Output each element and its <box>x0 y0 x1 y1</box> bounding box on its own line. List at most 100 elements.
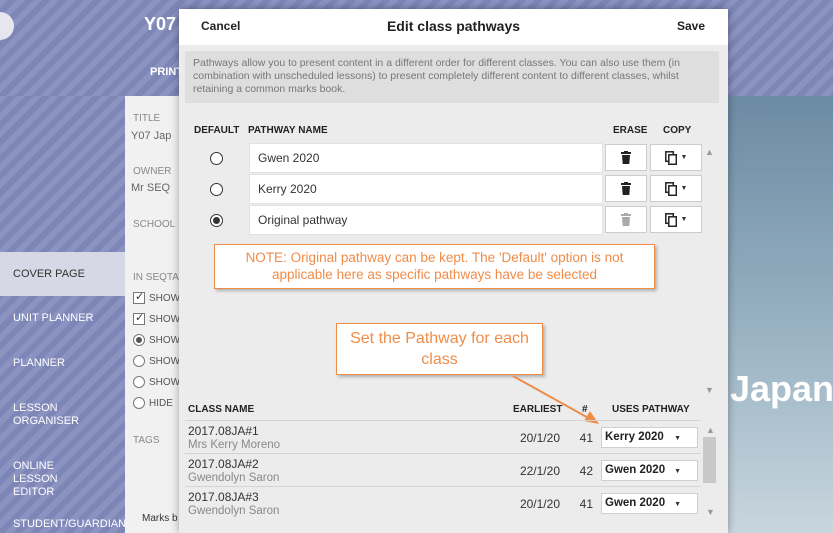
earliest-column-header: EARLIEST <box>513 404 563 415</box>
copy-icon <box>664 150 677 165</box>
option-label: SHOW <box>149 334 181 346</box>
earliest-date: 22/1/20 <box>519 464 560 478</box>
default-column-header: DEFAULT <box>194 125 240 136</box>
sidebar-item-student-guardian[interactable]: STUDENT/GUARDIAN <box>0 518 126 531</box>
uses-pathway-column-header: USES PATHWAY <box>612 404 690 415</box>
pathway-name-input[interactable]: Kerry 2020 <box>249 174 603 204</box>
copy-button[interactable]: ▼ <box>650 175 702 202</box>
edit-class-pathways-dialog: Cancel Edit class pathways Save Pathways… <box>179 9 728 533</box>
note-annotation: NOTE: Original pathway can be kept. The … <box>214 244 655 289</box>
option-label: SHOW <box>149 355 181 367</box>
sidebar-item-label: COVER PAGE <box>13 267 85 280</box>
earliest-date: 20/1/20 <box>519 497 560 511</box>
checkbox[interactable] <box>133 290 145 304</box>
class-scroll-up-icon[interactable]: ▲ <box>706 425 715 435</box>
pathway-select-value: Gwen 2020 <box>605 497 666 509</box>
default-radio[interactable] <box>210 152 223 165</box>
pathway-row: Gwen 2020 ▼ <box>185 143 703 173</box>
tags-label: TAGS <box>133 435 160 446</box>
lesson-count: 42 <box>579 464 593 478</box>
option-label: HIDE <box>149 397 173 409</box>
copy-button[interactable]: ▼ <box>650 206 702 233</box>
option-4[interactable]: SHOW <box>133 355 180 367</box>
pathway-select-value: Gwen 2020 <box>605 464 666 476</box>
trash-icon <box>621 151 631 164</box>
erase-column-header: ERASE <box>613 125 648 136</box>
pathway-select[interactable]: Gwen 2020 ▼ <box>601 460 698 481</box>
sidebar-item-unit-planner[interactable]: UNIT PLANNER <box>0 312 125 325</box>
class-teacher: Gwendolyn Saron <box>188 472 280 484</box>
cover-image <box>728 96 833 533</box>
save-button[interactable]: Save <box>677 19 705 33</box>
scroll-down-icon[interactable]: ▼ <box>705 385 714 395</box>
chevron-down-icon: ▼ <box>674 501 681 508</box>
title-value[interactable]: Y07 Jap <box>131 130 180 142</box>
pathway-select[interactable]: Kerry 2020 ▼ <box>601 427 698 448</box>
chevron-down-icon: ▼ <box>680 185 688 192</box>
option-1[interactable]: SHOW <box>133 290 181 304</box>
class-teacher: Gwendolyn Saron <box>188 505 280 517</box>
erase-button[interactable] <box>605 144 647 171</box>
sidebar-item-online-lesson-editor[interactable]: ONLINE LESSON EDITOR <box>0 460 100 499</box>
chevron-down-icon: ▼ <box>680 154 688 161</box>
class-scroll-down-icon[interactable]: ▼ <box>706 507 715 517</box>
copy-icon <box>664 212 677 227</box>
count-column-header: # <box>582 404 588 415</box>
pathway-select[interactable]: Gwen 2020 ▼ <box>601 493 698 514</box>
info-text: Pathways allow you to present content in… <box>185 51 719 103</box>
option-label: SHOW <box>149 292 181 304</box>
chevron-down-icon: ▼ <box>674 468 681 475</box>
option-5[interactable]: SHOW <box>133 376 180 388</box>
in-seqta-label: IN SEQTA <box>133 272 179 283</box>
option-label: SHOW <box>149 376 181 388</box>
cover-form: TITLE Y07 Jap OWNER Mr SEQ SCHOOL IN SEQ… <box>125 96 180 533</box>
option-3[interactable]: SHOW <box>133 334 180 346</box>
copy-column-header: COPY <box>663 125 692 136</box>
lesson-count: 41 <box>579 431 593 445</box>
radio[interactable] <box>133 355 145 367</box>
option-6[interactable]: HIDE <box>133 397 173 409</box>
pathway-row: Kerry 2020 ▼ <box>185 174 703 204</box>
owner-label: OWNER <box>133 166 172 177</box>
radio[interactable] <box>133 397 145 409</box>
pathway-select-value: Kerry 2020 <box>605 431 664 443</box>
dialog-title: Edit class pathways <box>386 18 521 34</box>
earliest-date: 20/1/20 <box>519 431 560 445</box>
trash-icon <box>621 182 631 195</box>
scroll-up-icon[interactable]: ▲ <box>705 147 714 157</box>
option-2[interactable]: SHOW <box>133 311 181 325</box>
pathway-name-column-header: PATHWAY NAME <box>248 125 328 136</box>
pathway-name-input[interactable]: Gwen 2020 <box>249 143 603 173</box>
class-name: 2017.08JA#1 <box>188 424 259 438</box>
erase-button[interactable] <box>605 175 647 202</box>
class-name: 2017.08JA#2 <box>188 457 259 471</box>
class-name-column-header: CLASS NAME <box>188 404 255 415</box>
class-scrollbar-thumb[interactable] <box>703 437 716 483</box>
copy-icon <box>664 181 677 196</box>
cover-image-text: Japane <box>730 368 833 409</box>
default-radio[interactable] <box>210 183 223 196</box>
class-teacher: Mrs Kerry Moreno <box>188 439 281 451</box>
option-label: SHOW <box>149 313 181 325</box>
school-label: SCHOOL <box>133 219 176 230</box>
chevron-down-icon: ▼ <box>680 216 688 223</box>
default-radio-selected[interactable] <box>210 214 223 227</box>
checkbox[interactable] <box>133 311 145 325</box>
table-row: 2017.08JA#3 Gwendolyn Saron 20/1/20 41 G… <box>185 486 701 519</box>
class-name: 2017.08JA#3 <box>188 490 259 504</box>
sidebar-item-cover-page[interactable]: COVER PAGE <box>0 252 125 296</box>
owner-value[interactable]: Mr SEQ <box>131 182 180 194</box>
pathway-name-input[interactable]: Original pathway <box>249 205 603 235</box>
lesson-count: 41 <box>579 497 593 511</box>
radio[interactable] <box>133 376 145 388</box>
dialog-header: Cancel Edit class pathways Save <box>179 9 728 45</box>
table-row: 2017.08JA#2 Gwendolyn Saron 22/1/20 42 G… <box>185 453 701 486</box>
copy-button[interactable]: ▼ <box>650 144 702 171</box>
course-title: Y07 <box>144 14 177 34</box>
callout-annotation: Set the Pathway for each class <box>336 323 543 375</box>
sidebar-item-lesson-organiser[interactable]: LESSON ORGANISER <box>0 402 80 428</box>
title-label: TITLE <box>133 113 161 124</box>
radio[interactable] <box>133 334 145 346</box>
sidebar-item-planner[interactable]: PLANNER <box>0 357 125 370</box>
erase-button-disabled <box>605 206 647 233</box>
